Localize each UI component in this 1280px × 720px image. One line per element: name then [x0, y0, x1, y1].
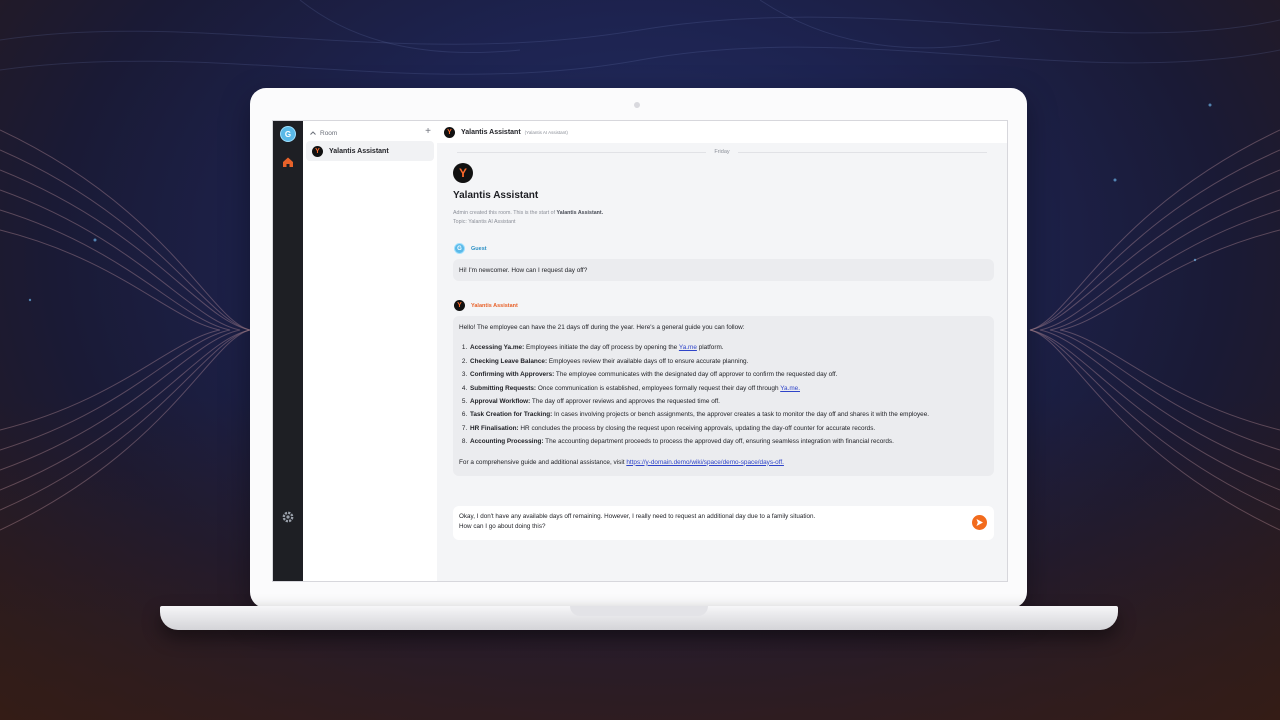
list-item: Accounting Processing: The accounting de…: [469, 435, 988, 448]
message-intro: Hello! The employee can have the 21 days…: [459, 324, 745, 331]
list-item: Confirming with Approvers: The employee …: [469, 368, 988, 381]
ya-me-link[interactable]: Ya.me: [679, 344, 697, 351]
composer-text-line-2: How can I go about doing this?: [459, 522, 546, 530]
space-bar: G: [273, 121, 303, 581]
message-sender-assistant[interactable]: Y Yalantis Assistant: [454, 300, 518, 311]
message-footer: For a comprehensive guide and additional…: [459, 458, 784, 466]
message-text: Hi! I'm newcomer. How can I request day …: [459, 267, 588, 274]
room-header-avatar[interactable]: Y: [444, 126, 455, 138]
wiki-link[interactable]: https://y-domain.demo/wiki/space/demo-sp…: [626, 459, 784, 466]
steps-list: Accessing Ya.me: Employees initiate the …: [459, 341, 988, 448]
room-intro-topic: Topic: Yalantis AI Assistant: [453, 219, 516, 225]
list-item: Accessing Ya.me: Employees initiate the …: [469, 341, 988, 354]
gear-icon[interactable]: [281, 510, 295, 524]
message-bubble-assistant: Hello! The employee can have the 21 days…: [453, 316, 994, 476]
user-avatar[interactable]: G: [280, 126, 296, 142]
chevron-icon[interactable]: [309, 129, 317, 137]
laptop-notch: [570, 606, 708, 616]
webcam: [634, 102, 640, 108]
message-sender-guest[interactable]: G Guest: [454, 243, 487, 254]
ya-me-link[interactable]: Ya.me.: [780, 385, 800, 392]
home-icon[interactable]: [281, 155, 295, 169]
app-window: G Room + Y Yalantis Assistant Y Yalantis…: [272, 120, 1008, 582]
list-item: Task Creation for Tracking: In cases inv…: [469, 408, 988, 421]
send-button[interactable]: [972, 515, 987, 530]
list-item: Checking Leave Balance: Employees review…: [469, 355, 988, 368]
message-composer[interactable]: Okay, I don't have any available days of…: [453, 506, 994, 540]
room-intro-avatar: Y: [453, 163, 473, 183]
message-timeline: Friday Y Yalantis Assistant Admin create…: [437, 143, 1007, 581]
laptop-base: [160, 606, 1118, 630]
message-bubble-guest: Hi! I'm newcomer. How can I request day …: [453, 259, 994, 281]
chat-header: Y Yalantis Assistant (Yalantis AI Assist…: [437, 121, 1007, 144]
plus-icon[interactable]: +: [425, 126, 431, 137]
room-list-panel: Room + Y Yalantis Assistant: [303, 121, 438, 581]
room-intro-title: Yalantis Assistant: [453, 190, 539, 201]
room-section-header[interactable]: Room +: [309, 126, 431, 139]
room-name: Yalantis Assistant: [329, 147, 389, 155]
list-item: Approval Workflow: The day off approver …: [469, 395, 988, 408]
room-section-label: Room: [320, 129, 338, 137]
assistant-avatar[interactable]: Y: [454, 300, 465, 311]
send-icon: [976, 519, 983, 526]
room-header-topic: (Yalantis AI Assistant): [524, 129, 568, 135]
guest-avatar[interactable]: G: [454, 243, 465, 254]
composer-text-line-1: Okay, I don't have any available days of…: [459, 513, 816, 520]
room-header-name[interactable]: Yalantis Assistant: [461, 129, 521, 136]
list-item: Submitting Requests: Once communication …: [469, 382, 988, 395]
room-item-yalantis-assistant[interactable]: Y Yalantis Assistant: [306, 141, 434, 161]
list-item: HR Finalisation: HR concludes the proces…: [469, 422, 988, 435]
room-avatar: Y: [312, 145, 323, 157]
date-separator: Friday: [437, 149, 1007, 155]
room-intro-created: Admin created this room. This is the sta…: [453, 210, 604, 216]
